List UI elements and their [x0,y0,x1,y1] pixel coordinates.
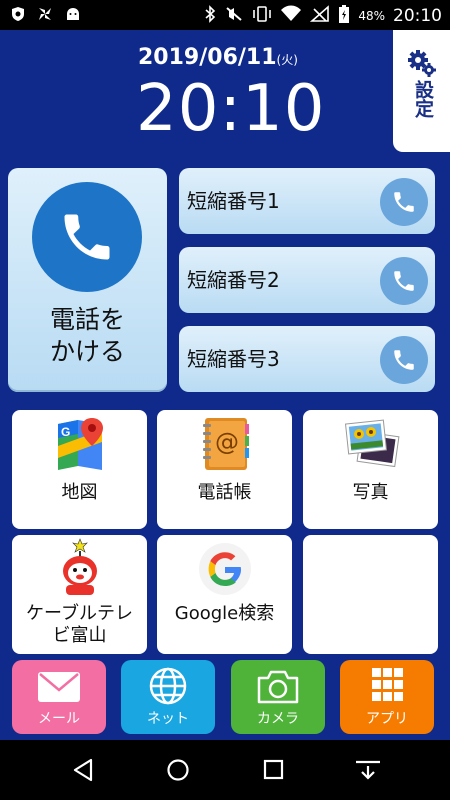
home-screen: 2019/06/11(火) 20:10 設定 電話を かける 短縮番号1 短縮番… [0,30,450,740]
speed-dial-3[interactable]: 短縮番号3 [179,326,435,392]
battery-icon [338,4,350,28]
day-of-week: (火) [276,53,298,67]
phone-icon [380,257,428,305]
back-icon[interactable] [72,758,94,786]
android-icon [64,6,82,26]
status-time: 20:10 [393,6,442,26]
svg-text:G: G [61,425,70,439]
notifications-down-icon[interactable] [354,758,382,786]
svg-text:@: @ [215,428,239,456]
app-tile-contacts[interactable]: @ 電話帳 [157,410,292,529]
cable-tv-mascot-icon [54,537,106,595]
status-bar: 48% 20:10 [0,0,450,30]
date-text: 2019/06/11 [138,45,277,70]
speed-dial-label: 短縮番号1 [187,189,280,213]
gear-icon [406,48,436,82]
call-circle [32,182,142,292]
app-tile-label: 電話帳 [197,482,252,503]
photos-icon [344,416,400,472]
speed-dial-2[interactable]: 短縮番号2 [179,247,435,313]
camera-button[interactable]: カメラ [231,660,325,734]
vibrate-icon [252,5,272,27]
net-button[interactable]: ネット [121,660,215,734]
app-tile-google-search[interactable]: Google検索 [157,535,292,654]
app-tile-label: Google検索 [174,603,275,624]
camera-label: カメラ [257,711,299,727]
google-g-icon [197,541,251,597]
address-book-icon: @ [199,416,251,472]
bluetooth-icon [204,5,216,27]
google-maps-icon: G [54,416,106,472]
globe-icon [145,666,191,706]
speed-dial-label: 短縮番号2 [187,268,280,292]
pinwheel-icon [36,5,54,27]
mail-button[interactable]: メール [12,660,106,734]
speed-dial-1[interactable]: 短縮番号1 [179,168,435,234]
speed-dial-label: 短縮番号3 [187,347,280,371]
make-call-button[interactable]: 電話を かける [8,168,167,392]
clock: 20:10 [136,72,326,146]
apps-grid-icon [364,666,410,706]
navigation-bar [0,740,450,800]
phone-icon [64,214,110,260]
no-signal-icon [310,5,330,27]
phone-icon [380,178,428,226]
wifi-icon [280,5,302,27]
app-tile-label: 地図 [61,482,98,503]
mail-icon [36,666,82,706]
battery-percent: 48% [358,9,385,23]
app-tile-maps[interactable]: G 地図 [12,410,147,529]
mail-label: メール [38,711,80,727]
phone-icon [380,336,428,384]
app-tile-cable-tv[interactable]: ケーブルテレ ビ富山 [12,535,147,654]
date-display: 2019/06/11(火) [138,45,298,70]
camera-icon [255,666,301,706]
mute-icon [224,5,244,27]
make-call-label: 電話を かける [49,305,125,366]
apps-button[interactable]: アプリ [340,660,434,734]
settings-label: 設定 [412,80,434,118]
recents-icon[interactable] [262,758,284,786]
apps-label: アプリ [366,711,408,727]
shield-icon [10,6,26,26]
app-tile-photos[interactable]: 写真 [303,410,438,529]
net-label: ネット [147,711,189,727]
app-tile-empty[interactable] [303,535,438,654]
app-tile-label: ケーブルテレ ビ富山 [26,603,133,646]
app-tile-label: 写真 [352,482,389,503]
settings-button[interactable]: 設定 [393,30,450,152]
home-icon[interactable] [166,758,190,786]
